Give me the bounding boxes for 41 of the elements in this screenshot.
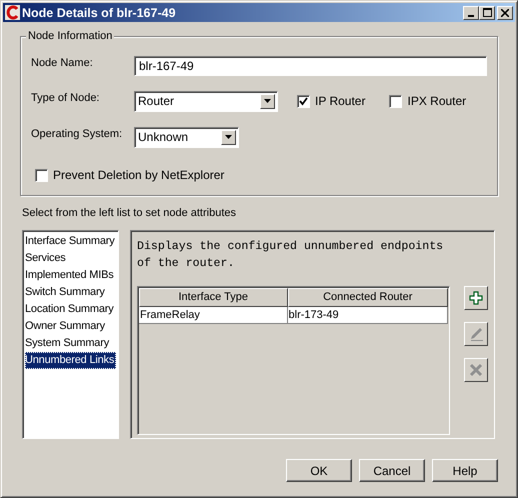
dropdown-arrow-icon [225,135,232,139]
minimize-icon [468,14,474,16]
attribute-list-item[interactable]: Services [25,250,116,267]
attribute-list-item[interactable]: System Summary [25,335,116,352]
node-name-field[interactable]: blr-167-49 [134,56,487,76]
router-checkbox[interactable]: IPX Router [389,94,466,108]
operating-system-label: Operating System: [31,127,124,140]
dialog-button[interactable]: Cancel [359,459,425,482]
add-button[interactable] [464,286,488,310]
close-icon [501,8,509,16]
delete-x-icon [469,363,483,377]
check-icon [299,96,308,106]
router-checkbox[interactable]: IP Router [297,94,366,108]
attribute-list-item[interactable]: Location Summary [25,301,116,318]
attribute-list-item[interactable]: Owner Summary [25,318,116,335]
dialog-button[interactable]: OK [286,459,352,482]
attribute-list-item[interactable]: Switch Summary [25,284,116,301]
node-type-dropdown[interactable]: Router [134,90,278,112]
attribute-list-item[interactable]: Implemented MIBs [25,267,116,284]
table-cell: blr-173-49 [288,307,448,324]
node-name-label: Node Name: [31,56,94,69]
dialog-button[interactable]: Help [432,459,498,482]
window-title: Node Details of blr-167-49 [22,6,177,20]
close-button[interactable] [497,6,513,20]
column-header[interactable]: Connected Router [288,288,448,307]
column-header[interactable]: Interface Type [139,288,288,307]
instruction-text: Select from the left list to set node attributes [22,207,237,219]
dropdown-arrow-icon [264,99,271,103]
pencil-icon [468,326,484,342]
attribute-list-item[interactable]: Unnumbered Links [25,352,116,369]
description-text: Displays the configured unnumbered endpoints of the router. [137,239,444,272]
prevent-deletion-checkbox[interactable]: Prevent Deletion by NetExplorer [35,168,224,182]
operating-system-dropdown[interactable]: Unknown [134,126,239,148]
node-type-label: Type of Node: [31,91,100,104]
app-logo-icon [5,5,20,20]
plus-icon [469,291,483,305]
maximize-button[interactable] [479,6,495,20]
minimize-button[interactable] [463,6,479,20]
table-cell: FrameRelay [139,307,288,324]
attribute-list-item[interactable]: Interface Summary [25,233,116,250]
maximize-icon [482,8,492,17]
